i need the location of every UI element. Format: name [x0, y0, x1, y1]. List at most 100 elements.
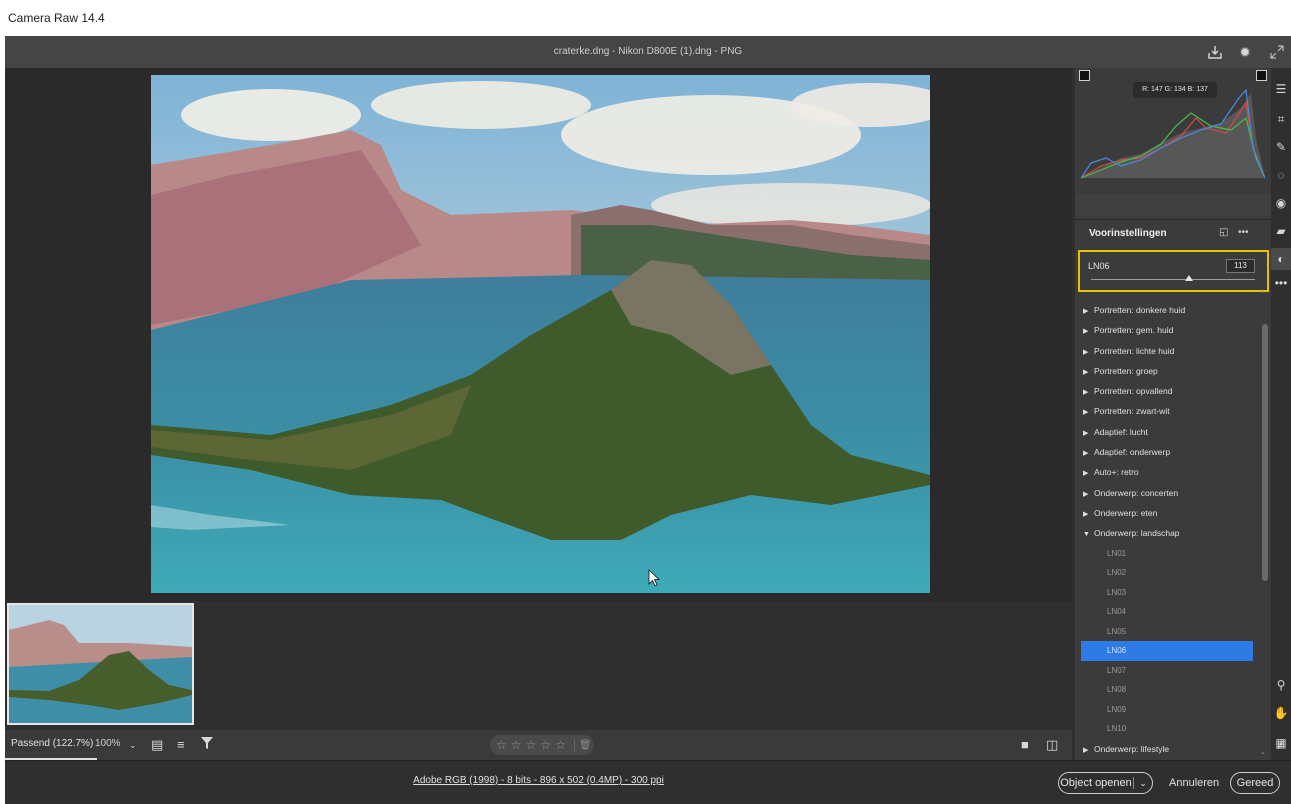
triangle-right-icon: ▶ — [1083, 429, 1089, 437]
preset-group[interactable]: ▶ Portretten: lichte huid — [1075, 341, 1258, 361]
preset-amount-name: LN06 — [1088, 261, 1110, 271]
presets-icon[interactable]: ◐ — [1271, 248, 1291, 270]
chevron-down-icon[interactable]: ⌄ — [129, 736, 137, 754]
sort-order-icon[interactable]: ≡ — [177, 736, 185, 754]
triangle-right-icon: ▶ — [1083, 348, 1089, 356]
preset-group[interactable]: ▶ Adaptief: onderwerp — [1075, 442, 1258, 462]
preset-group[interactable]: ▶ Auto+: retro — [1075, 462, 1258, 482]
chevron-down-icon[interactable]: ⌄ — [1134, 778, 1152, 789]
preset-item[interactable]: LN08 — [1075, 680, 1258, 700]
open-object-label[interactable]: Object openen — [1059, 777, 1134, 789]
preset-item[interactable]: LN02 — [1075, 563, 1258, 583]
masking-icon[interactable]: ◌ — [1271, 164, 1291, 186]
healing-brush-icon[interactable]: ✎ — [1271, 136, 1291, 158]
triangle-right-icon: ▶ — [1083, 746, 1089, 754]
star-1[interactable]: ☆ — [496, 738, 507, 752]
preset-group[interactable]: ▶ Portretten: donkere huid — [1075, 300, 1258, 320]
preset-group-label: Adaptief: lucht — [1094, 426, 1148, 437]
preset-group-label: Portretten: groep — [1094, 365, 1158, 376]
preset-item[interactable]: LN05 — [1075, 622, 1258, 642]
hand-icon[interactable]: ✋ — [1271, 702, 1291, 724]
preset-group[interactable]: ▶ Portretten: gem. huid — [1075, 320, 1258, 340]
image-canvas[interactable] — [5, 68, 1072, 633]
zoom-icon[interactable]: ⚲ — [1271, 674, 1291, 696]
mouse-cursor — [648, 569, 660, 587]
histogram-graph — [1081, 88, 1265, 179]
preset-group[interactable]: ▶ Onderwerp: eten — [1075, 503, 1258, 523]
star-5[interactable]: ☆ — [555, 738, 566, 752]
more-options-icon[interactable]: ••• — [1238, 227, 1249, 238]
edit-panel: R: 147 G: 134 B: 137 Voorinstellingen ◱ … — [1075, 68, 1271, 760]
highlight-clipping-icon[interactable] — [1256, 70, 1267, 81]
preset-group-label: Adaptief: onderwerp — [1094, 447, 1171, 458]
triangle-right-icon: ▶ — [1083, 308, 1089, 315]
preset-amount-slider[interactable] — [1091, 279, 1255, 280]
open-object-button: Object openen ⌄ — [1058, 772, 1153, 794]
preset-item-selected[interactable]: LN06 — [1081, 641, 1253, 661]
preset-item[interactable]: LN07 — [1075, 661, 1258, 681]
triangle-right-icon: ▶ — [1083, 389, 1089, 397]
preset-group[interactable]: ▶Onderwerp: reizen — [1075, 759, 1258, 760]
scroll-down-icon[interactable]: ⌄ — [1260, 748, 1266, 756]
preset-amount-panel: LN06 113 — [1078, 250, 1269, 292]
shadow-clipping-icon[interactable] — [1079, 70, 1090, 81]
triangle-right-icon: ▶ — [1083, 450, 1089, 458]
cycle-view-icon[interactable]: ■ — [1021, 736, 1029, 754]
triangle-right-icon: ▶ — [1083, 470, 1089, 478]
save-icon[interactable] — [1207, 44, 1223, 60]
star-2[interactable]: ☆ — [511, 738, 522, 752]
triangle-right-icon: ▶ — [1083, 368, 1089, 376]
workflow-options-link[interactable]: Adobe RGB (1998) - 8 bits - 896 x 502 (0… — [5, 775, 1072, 786]
preset-amount-value[interactable]: 113 — [1226, 259, 1255, 273]
photo-preview[interactable] — [151, 75, 930, 593]
scroll-up-icon[interactable]: ⌃ — [1260, 290, 1266, 298]
preset-group[interactable]: ▶ Adaptief: lucht — [1075, 422, 1258, 442]
filter-icon[interactable] — [201, 736, 213, 754]
zoom-100-button[interactable]: 100% — [95, 730, 121, 760]
filmstrip-thumbnail[interactable] — [7, 603, 194, 725]
more-tools-icon[interactable]: ••• — [1271, 272, 1291, 294]
presets-title: Voorinstellingen — [1089, 228, 1167, 239]
red-eye-icon[interactable]: ◉ — [1271, 192, 1291, 214]
preset-group[interactable]: ▶ Onderwerp: concerten — [1075, 483, 1258, 503]
preset-group-label: Portretten: gem. huid — [1094, 325, 1174, 336]
preset-group[interactable]: ▶ Onderwerp: lifestyle — [1075, 739, 1258, 759]
app-title: Camera Raw 14.4 — [8, 11, 105, 25]
trash-icon[interactable]: 🗑 — [573, 739, 592, 751]
image-sort-icon[interactable]: ▤ — [151, 736, 163, 754]
preset-group[interactable]: ▶ Portretten: opvallend — [1075, 381, 1258, 401]
gear-icon[interactable]: ✹ — [1237, 44, 1253, 60]
preset-item[interactable]: LN04 — [1075, 602, 1258, 622]
done-button[interactable]: Gereed — [1230, 772, 1280, 794]
preset-group[interactable]: ▼ Onderwerp: landschap — [1075, 523, 1258, 543]
edit-sliders-icon[interactable]: ☰ — [1271, 78, 1291, 100]
preset-list-scrollbar[interactable] — [1262, 324, 1268, 581]
zoom-fit-select[interactable]: Passend (122.7%) — [5, 730, 98, 760]
preset-group-label: Portretten: zwart-wit — [1094, 406, 1170, 417]
preset-item[interactable]: LN09 — [1075, 700, 1258, 720]
preset-item[interactable]: LN03 — [1075, 583, 1258, 603]
camera-raw-window: craterke.dng - Nikon D800E (1).dng - PNG… — [5, 36, 1291, 804]
snapshots-icon[interactable]: ▰ — [1271, 220, 1291, 242]
cancel-button[interactable]: Annuleren — [1169, 772, 1219, 794]
triangle-right-icon: ▶ — [1083, 510, 1089, 518]
presets-header: Voorinstellingen ◱ ••• — [1075, 219, 1271, 247]
preset-group-label: Portretten: lichte huid — [1094, 345, 1175, 356]
grid-overlay-icon[interactable]: ▦ — [1271, 732, 1291, 754]
star-rating: ☆ ☆ ☆ ☆ ☆ 🗑 — [490, 735, 594, 755]
preset-item[interactable]: LN10 — [1075, 719, 1258, 739]
preset-item[interactable]: LN01 — [1075, 544, 1258, 564]
preset-group[interactable]: ▶ Portretten: zwart-wit — [1075, 401, 1258, 421]
star-4[interactable]: ☆ — [540, 738, 551, 752]
before-after-icon[interactable]: ◫ — [1046, 736, 1058, 754]
preset-group[interactable]: ▶ Portretten: groep — [1075, 361, 1258, 381]
preset-group-label: Onderwerp: eten — [1094, 507, 1158, 518]
star-3[interactable]: ☆ — [526, 738, 537, 752]
crop-icon[interactable]: ⌗ — [1271, 108, 1291, 130]
preset-amount-slider-handle[interactable] — [1185, 275, 1194, 281]
preset-group-label: Onderwerp: landschap — [1094, 528, 1180, 539]
preset-group-label: Onderwerp: lifestyle — [1094, 743, 1170, 754]
fullscreen-icon[interactable] — [1269, 44, 1285, 60]
tool-strip: ☰ ⌗ ✎ ◌ ◉ ▰ ◐ ••• ⚲ ✋ ⁄ ▦ — [1271, 68, 1291, 760]
create-preset-icon[interactable]: ◱ — [1219, 227, 1228, 238]
